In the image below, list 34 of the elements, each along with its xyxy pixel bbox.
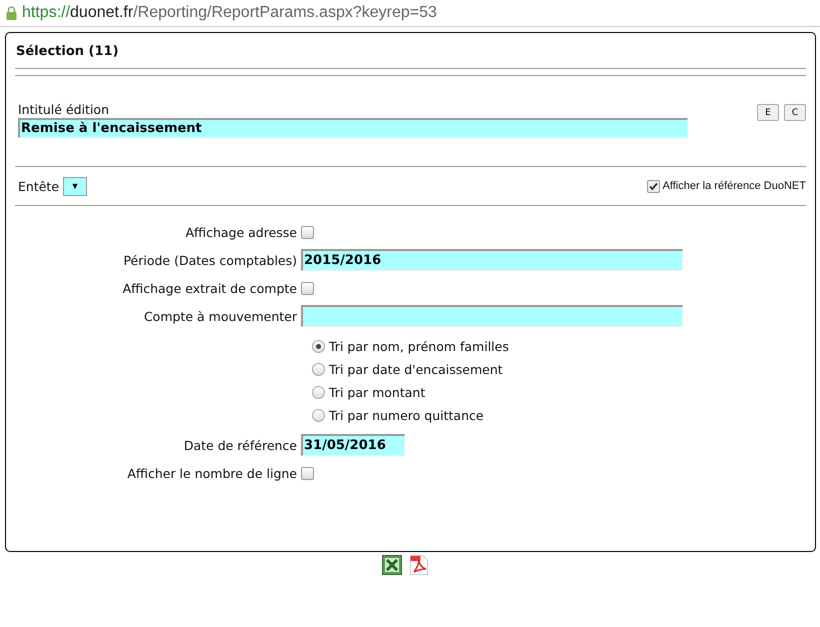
field-label: Période (Dates comptables) xyxy=(122,252,298,268)
spreadsheet-icon[interactable] xyxy=(382,555,402,575)
checkbox[interactable] xyxy=(301,226,314,238)
radio-button[interactable] xyxy=(312,409,325,422)
checkbox[interactable] xyxy=(646,180,660,192)
dropdown-button[interactable]: ▼ xyxy=(63,176,88,196)
address-bar[interactable]: https://duonet.fr/Reporting/ReportParams.aspx?keyrep=53 xyxy=(0,0,820,27)
title-input[interactable]: Remise à l'encaissement xyxy=(18,118,688,138)
radio-button[interactable] xyxy=(312,386,325,399)
field-label: Afficher le nombre de ligne xyxy=(126,466,298,480)
padlock-icon xyxy=(6,6,17,20)
field-label: Date de référence xyxy=(182,438,298,452)
checkbox-label: Afficher la référence DuoNET xyxy=(662,180,806,192)
radio-button[interactable] xyxy=(312,363,325,376)
radio-label: Tri par nom, prénom familles xyxy=(329,339,509,354)
checkbox[interactable] xyxy=(301,466,314,480)
checkbox[interactable] xyxy=(301,282,314,294)
date-input[interactable]: 31/05/2016 xyxy=(301,434,405,456)
radio-button[interactable] xyxy=(312,340,325,353)
radio-label: Tri par date d'encaissement xyxy=(329,362,503,377)
panel-title: Sélection (11) xyxy=(15,43,120,61)
text-input[interactable]: 2015/2016 xyxy=(301,249,683,271)
field-label: Affichage extrait de compte xyxy=(122,280,298,296)
header-label: Entête xyxy=(18,178,60,194)
url-text: https://duonet.fr/Reporting/ReportParams.aspx?keyrep=53 xyxy=(22,4,437,22)
field-label: Compte à mouvementer xyxy=(142,308,298,324)
field-label: Intitulé édition xyxy=(18,102,110,117)
text-input[interactable] xyxy=(301,305,683,327)
pdf-icon[interactable] xyxy=(410,555,428,575)
letter-button[interactable]: C xyxy=(784,104,806,121)
field-label: Affichage adresse xyxy=(184,224,298,240)
radio-label: Tri par montant xyxy=(329,385,426,400)
radio-label: Tri par numero quittance xyxy=(329,408,484,423)
letter-button[interactable]: E xyxy=(757,104,779,121)
